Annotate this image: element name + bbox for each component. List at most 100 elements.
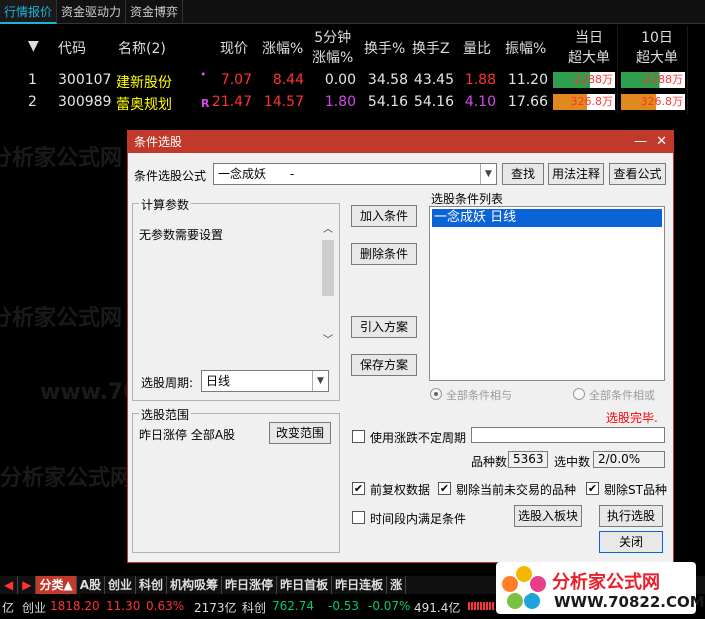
flower-logo-icon <box>502 566 546 609</box>
tab-yesterday-consecutive[interactable]: 昨日连板 <box>332 576 388 594</box>
index-name[interactable]: 科创 <box>242 599 266 616</box>
chevron-down-icon[interactable]: ▼ <box>480 164 496 184</box>
scroll-thumb[interactable] <box>322 240 334 296</box>
timerange-label: 时间段内满足条件 <box>370 512 467 526</box>
count-value: 5363 <box>508 451 548 468</box>
tab-fund-drive[interactable]: 资金驱动力 <box>57 0 127 24</box>
col-change[interactable]: 涨幅% <box>262 38 303 58</box>
formula-select[interactable]: 一念成妖 - ▼ <box>213 163 497 185</box>
change-pct: 8.44 <box>272 72 304 88</box>
condition-list[interactable]: 一念成妖 日线 <box>429 206 665 381</box>
col-name[interactable]: 名称(2) <box>118 38 166 58</box>
arrow-left-icon[interactable]: ◀ <box>0 576 19 594</box>
chevron-down-icon[interactable]: ▼ <box>312 371 328 391</box>
col-turnover[interactable]: 换手% <box>364 38 405 58</box>
tab-yesterday-first-board[interactable]: 昨日首板 <box>277 576 333 594</box>
col-code[interactable]: 代码 <box>58 38 86 58</box>
stock-screener-dialog: 条件选股 — ✕ 条件选股公式 一念成妖 - ▼ 查找 用法注释 查看公式 计算… <box>127 130 674 563</box>
col-ten-day-big[interactable]: 10日 超大单 <box>636 28 678 68</box>
delete-condition-button[interactable]: 删除条件 <box>351 243 417 265</box>
volume-ratio: 4.10 <box>464 94 496 110</box>
table-header: ▼ 代码 名称(2) 现价 涨幅% 5分钟 涨幅% 换手% 换手Z 量比 振幅%… <box>0 26 705 70</box>
col-amplitude[interactable]: 振幅% <box>505 38 546 58</box>
timerange-checkbox[interactable] <box>352 511 365 524</box>
find-button[interactable]: 查找 <box>502 163 544 185</box>
import-plan-button[interactable]: 引入方案 <box>351 316 417 338</box>
index-value: 762.74 <box>272 599 314 613</box>
tab-a-share[interactable]: A股 <box>77 576 105 594</box>
ten-day-big-order-bar: -2288万 <box>621 72 685 88</box>
amplitude: 11.20 <box>507 72 548 88</box>
tab-chinext[interactable]: 创业 <box>105 576 137 594</box>
dialog-title-bar: 条件选股 — ✕ <box>128 131 673 153</box>
arrow-right-icon[interactable]: ▶ <box>18 576 37 594</box>
minimize-icon[interactable]: — <box>634 131 647 153</box>
watermark: 分析家公式网 <box>0 146 123 171</box>
tab-yesterday-limit-up[interactable]: 昨日涨停 <box>222 576 278 594</box>
radio-and-label: 全部条件相与 <box>446 389 512 402</box>
use-period-checkbox[interactable] <box>352 430 365 443</box>
view-formula-button[interactable]: 查看公式 <box>609 163 666 185</box>
tab-more[interactable]: 涨 <box>387 576 407 594</box>
params-group: 计算参数 无参数需要设置 ︿ ﹀ 选股周期: 日线 ▼ <box>132 196 340 401</box>
watermark: 分析家公式网 <box>0 306 123 331</box>
change-pct: 14.57 <box>263 94 304 110</box>
tab-institution[interactable]: 机构吸筹 <box>167 576 223 594</box>
col-five-min[interactable]: 5分钟 涨幅% <box>312 28 353 68</box>
chevron-up-icon[interactable]: ︿ <box>320 220 336 235</box>
status-unit: 亿 <box>2 601 15 615</box>
table-row[interactable]: 1 300107 建新股份 • 7.07 8.44 0.00 34.58 43.… <box>0 68 705 92</box>
sort-down-icon[interactable]: ▼ <box>28 38 39 54</box>
five-min-change: 0.00 <box>324 72 356 88</box>
radio-or[interactable] <box>573 388 585 400</box>
watermark: 分析家公式网 <box>0 466 133 491</box>
site-logo: 分析家公式网 WWW.70822.COM <box>496 562 705 614</box>
col-turnover-z[interactable]: 换手Z <box>412 38 450 58</box>
period-select[interactable]: 日线 ▼ <box>201 370 329 392</box>
col-today-big[interactable]: 当日 超大单 <box>568 28 610 68</box>
selected-label: 选中数 <box>554 455 591 469</box>
add-condition-button[interactable]: 加入条件 <box>351 205 417 227</box>
usage-notes-button[interactable]: 用法注释 <box>548 163 604 185</box>
to-block-button[interactable]: 选股入板块 <box>514 505 582 527</box>
chevron-down-icon[interactable]: ﹀ <box>320 331 336 346</box>
table-row[interactable]: 2 300989 蕾奥规划 R 21.47 14.57 1.80 54.16 5… <box>0 92 705 114</box>
remove-notrade-checkbox[interactable]: ✔ <box>438 482 451 495</box>
execute-button[interactable]: 执行选股 <box>599 505 663 527</box>
radio-and[interactable] <box>430 388 442 400</box>
formula-label: 条件选股公式 <box>134 169 207 183</box>
change-range-button[interactable]: 改变范围 <box>269 422 331 444</box>
index-change: 11.30 <box>106 599 141 613</box>
row-index: 2 <box>28 94 37 110</box>
stock-code: 300989 <box>58 94 112 110</box>
period-range-input[interactable] <box>471 427 665 443</box>
prefq-checkbox[interactable]: ✔ <box>352 482 365 495</box>
price: 7.07 <box>220 72 252 88</box>
params-title: 计算参数 <box>139 196 192 213</box>
tab-star[interactable]: 科创 <box>136 576 168 594</box>
list-item[interactable]: 一念成妖 日线 <box>432 209 662 227</box>
mini-bar-chart-icon <box>468 602 494 610</box>
range-title: 选股范围 <box>139 406 192 423</box>
index-pct: 0.63% <box>146 599 185 613</box>
stock-name: 建新股份 <box>116 75 172 91</box>
close-icon[interactable]: ✕ <box>656 131 667 153</box>
use-period-label: 使用涨跌不定周期 <box>370 431 467 445</box>
condition-list-title: 选股条件列表 <box>431 192 504 206</box>
tab-fund-game[interactable]: 资金博弈 <box>126 0 184 24</box>
params-scrollbar[interactable]: ︿ ﹀ <box>320 218 336 348</box>
index-name[interactable]: 创业 <box>22 599 46 616</box>
range-text: 昨日涨停 全部A股 <box>139 428 236 442</box>
tab-category[interactable]: 分类▲ <box>36 576 77 594</box>
tab-quotes[interactable]: 行情报价 <box>0 0 58 24</box>
range-group: 选股范围 昨日涨停 全部A股 改变范围 <box>132 406 340 553</box>
col-price[interactable]: 现价 <box>220 38 248 58</box>
save-plan-button[interactable]: 保存方案 <box>351 354 417 376</box>
top-tabs: 行情报价 资金驱动力 资金博弈 <box>0 0 705 24</box>
close-button[interactable]: 关闭 <box>599 531 663 553</box>
status-text: 选股完毕. <box>606 411 658 425</box>
five-min-change: 1.80 <box>324 94 356 110</box>
remove-st-checkbox[interactable]: ✔ <box>586 482 599 495</box>
flag-icon: • <box>200 68 207 81</box>
col-volume-ratio[interactable]: 量比 <box>463 38 491 58</box>
